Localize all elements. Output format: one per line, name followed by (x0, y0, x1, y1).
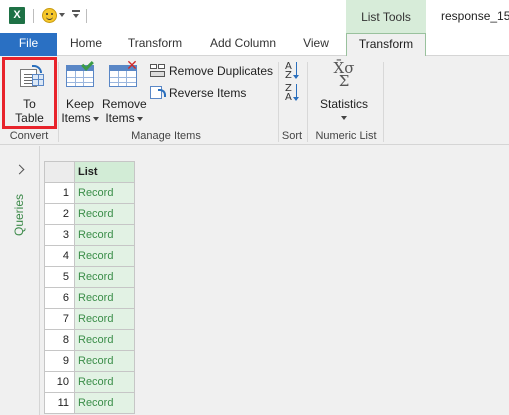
excel-icon[interactable]: X (9, 7, 25, 24)
record-cell[interactable]: Record (74, 182, 135, 204)
row-number[interactable]: 10 (44, 371, 75, 393)
tab-transform[interactable]: Transform (121, 33, 189, 56)
data-grid: List 1 Record 2 Record 3 Record 4 Record 5 Record… (44, 161, 135, 414)
record-cell[interactable]: Record (74, 308, 135, 330)
tab-add-column[interactable]: Add Column (203, 33, 283, 56)
remove-items-label-2: Items (102, 111, 146, 125)
highlight-box (2, 57, 57, 129)
sort-ascending-icon (293, 62, 299, 79)
chevron-down-icon (92, 116, 99, 121)
group-separator (307, 62, 308, 142)
table-row[interactable]: 5 Record (44, 266, 135, 288)
remove-duplicates-label: Remove Duplicates (169, 64, 274, 78)
row-number[interactable]: 9 (44, 350, 75, 372)
list-tools-context-label: List Tools (346, 0, 426, 33)
table-row[interactable]: 9 Record (44, 350, 135, 372)
chevron-right-icon[interactable] (14, 164, 25, 175)
row-number[interactable]: 5 (44, 266, 75, 288)
record-cell[interactable]: Record (74, 371, 135, 393)
record-cell[interactable]: Record (74, 287, 135, 309)
table-row[interactable]: 7 Record (44, 308, 135, 330)
smiley-feedback-icon[interactable] (42, 8, 57, 23)
reverse-items-button[interactable]: Reverse Items (150, 85, 246, 101)
keep-items-label-2: Items (61, 111, 99, 125)
sort-descending-icon (293, 84, 299, 101)
window-title: response_156 (441, 9, 509, 23)
table-row[interactable]: 1 Record (44, 182, 135, 204)
grid-corner[interactable] (44, 161, 75, 183)
queries-pane-label[interactable]: Queries (12, 194, 26, 236)
group-separator (58, 62, 59, 142)
ribbon-tabs: File Home Transform Add Column View Tran… (0, 33, 509, 57)
remove-items-icon: ✕ (109, 59, 139, 87)
sort-ascending-button[interactable]: A Z (285, 62, 301, 81)
group-label-sort: Sort (281, 130, 303, 142)
sort-ascending-bottom: Z (285, 70, 292, 81)
data-preview-area: List 1 Record 2 Record 3 Record 4 Record 5 Record… (41, 146, 509, 415)
remove-items-label-1: Remove (102, 97, 147, 111)
reverse-items-label: Reverse Items (169, 86, 247, 100)
record-cell[interactable]: Record (74, 329, 135, 351)
title-bar: X List Tools response_156 (0, 0, 509, 33)
record-cell[interactable]: Record (74, 224, 135, 246)
power-query-editor: X List Tools response_156 File Home Tran… (0, 0, 509, 415)
row-number[interactable]: 7 (44, 308, 75, 330)
table-row[interactable]: 2 Record (44, 203, 135, 225)
customize-quick-access-icon[interactable] (72, 10, 80, 21)
toolbar-separator (86, 9, 87, 23)
row-number[interactable]: 1 (44, 182, 75, 204)
reverse-items-icon (150, 86, 166, 100)
sort-descending-bottom: A (285, 92, 292, 103)
table-row[interactable]: 11 Record (44, 392, 135, 414)
table-row[interactable]: 8 Record (44, 329, 135, 351)
chevron-down-icon (341, 116, 347, 120)
table-row[interactable]: 4 Record (44, 245, 135, 267)
tab-file[interactable]: File (0, 33, 57, 56)
table-row[interactable]: 10 Record (44, 371, 135, 393)
row-number[interactable]: 11 (44, 392, 75, 414)
remove-items-button[interactable]: ✕ Remove Items (102, 59, 147, 125)
row-number[interactable]: 8 (44, 329, 75, 351)
remove-duplicates-button[interactable]: Remove Duplicates (150, 63, 274, 79)
keep-items-icon (66, 58, 96, 87)
remove-duplicates-icon (150, 64, 166, 78)
chevron-down-icon (136, 116, 143, 121)
keep-items-label-1: Keep (65, 97, 95, 111)
tab-list-transform[interactable]: Transform (346, 33, 426, 57)
queries-pane[interactable]: Queries (0, 146, 40, 415)
keep-items-button[interactable]: Keep Items (61, 58, 99, 125)
group-label-convert: Convert (9, 130, 49, 142)
group-separator (278, 62, 279, 142)
row-number[interactable]: 4 (44, 245, 75, 267)
row-number[interactable]: 3 (44, 224, 75, 246)
statistics-icon: X̄σ Σ (331, 61, 357, 92)
statistics-label: Statistics (319, 97, 368, 111)
table-row[interactable]: 6 Record (44, 287, 135, 309)
group-label-numeric-list: Numeric List (315, 130, 377, 142)
column-header-list[interactable]: List (74, 161, 135, 183)
group-separator (383, 62, 384, 142)
record-cell[interactable]: Record (74, 392, 135, 414)
record-cell[interactable]: Record (74, 350, 135, 372)
chevron-down-icon[interactable] (59, 13, 65, 17)
sort-descending-button[interactable]: Z A (285, 84, 301, 103)
toolbar-separator (33, 9, 34, 23)
group-label-manage-items: Manage Items (131, 130, 201, 142)
record-cell[interactable]: Record (74, 266, 135, 288)
tab-view[interactable]: View (296, 33, 336, 56)
row-number[interactable]: 6 (44, 287, 75, 309)
record-cell[interactable]: Record (74, 245, 135, 267)
table-row[interactable]: 3 Record (44, 224, 135, 246)
row-number[interactable]: 2 (44, 203, 75, 225)
record-cell[interactable]: Record (74, 203, 135, 225)
statistics-button[interactable]: X̄σ Σ Statistics (315, 59, 373, 125)
tab-home[interactable]: Home (63, 33, 109, 56)
ribbon: To Table Convert Keep Items ✕ Remove Ite… (0, 56, 509, 145)
